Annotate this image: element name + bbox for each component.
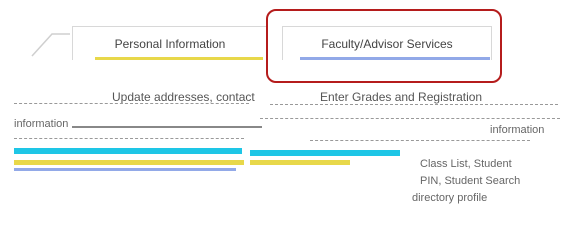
highlight-annotation-box (266, 9, 502, 83)
faculty-description: Enter Grades and Registration (320, 90, 483, 104)
tab-personal-information-label: Personal Information (114, 37, 226, 51)
left-text-label-1: information (14, 118, 69, 130)
left-accent-blue (14, 168, 236, 171)
left-accent-cyan (14, 148, 242, 154)
faculty-line-4: PIN, Student Search (420, 175, 521, 187)
right-accent-cyan (250, 150, 400, 156)
personal-description: Update addresses, contact (112, 90, 255, 104)
tab-personal-information[interactable]: Personal Information (72, 26, 268, 60)
left-text-line-1 (14, 103, 249, 105)
right-text-line-2 (260, 118, 560, 120)
right-text-label-2: information (490, 124, 545, 136)
left-text-line-2 (72, 126, 262, 128)
tab-personal-underline (95, 57, 263, 60)
left-accent-yellow (14, 160, 244, 165)
faculty-line-3: Class List, Student (420, 158, 512, 170)
right-text-line-3 (310, 140, 530, 142)
right-accent-yellow (250, 160, 350, 165)
left-text-line-3 (14, 138, 244, 140)
tab-fold-decoration (31, 33, 70, 57)
right-text-line-1 (270, 104, 558, 106)
faculty-line-5: directory profile (412, 192, 488, 204)
